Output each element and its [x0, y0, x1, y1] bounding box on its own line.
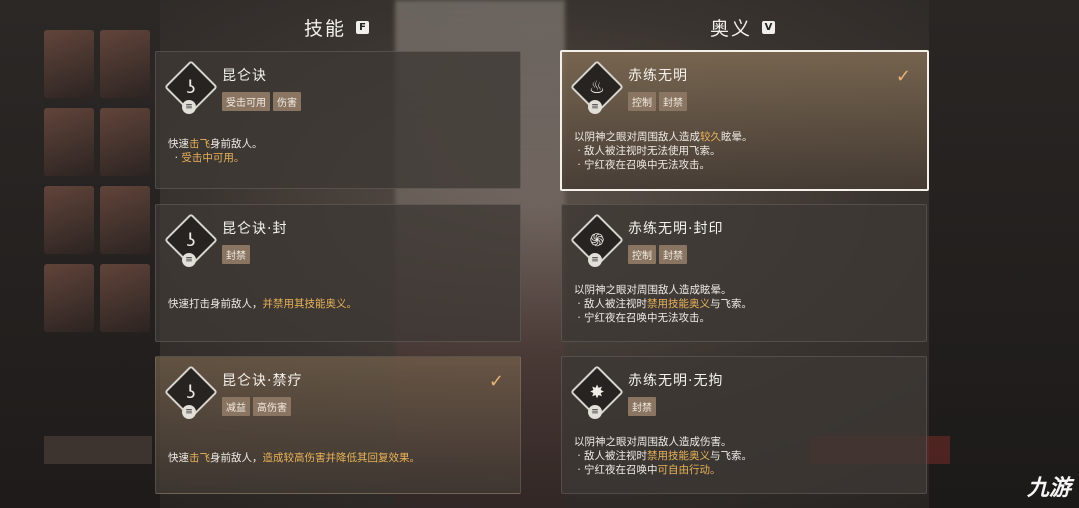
skill-title: 昆仑诀: [222, 68, 267, 84]
ultimate-title: 赤练无明: [628, 68, 688, 84]
skills-title: 技能: [304, 18, 347, 40]
ultimate-title: 奥义: [710, 18, 753, 40]
hero-portrait[interactable]: [100, 30, 150, 98]
tag: 高伤害: [253, 397, 291, 416]
ultimate-card-2[interactable]: ֍ ≡ 赤练无明·封印 控制 封禁 以阴神之眼对周围敌人造成眩晕。 · 敌人被注…: [561, 204, 927, 342]
tag: 封禁: [222, 245, 250, 264]
check-icon: ✓: [895, 66, 911, 87]
skill-title: 昆仑诀·禁疗: [222, 373, 303, 389]
site-watermark: 九游: [1026, 476, 1071, 501]
skills-hotkey-badge: F: [356, 21, 370, 34]
tag: 封禁: [659, 92, 687, 111]
hero-portrait[interactable]: [100, 264, 150, 332]
skill-card-2[interactable]: ʖ ≡ 昆仑诀·封 封禁 快速打击身前敌人，并禁用其技能奥义。: [155, 204, 521, 342]
skill-description: 快速打击身前敌人，并禁用其技能奥义。: [168, 298, 357, 310]
hero-portrait[interactable]: [100, 186, 150, 254]
skill-card-3[interactable]: ʖ ≡ 昆仑诀·禁疗 ✓ 减益 高伤害 快速击飞身前敌人，造成较高伤害并降低其回…: [155, 356, 521, 494]
ultimate-hotkey-badge: V: [762, 21, 776, 34]
ultimate-title: 赤练无明·封印: [628, 221, 724, 237]
hero-portrait[interactable]: [100, 108, 150, 176]
ultimate-description: 以阴神之眼对周围敌人造成较久眩晕。 · 敌人被注视时无法使用飞索。 · 宁红夜在…: [574, 131, 753, 171]
skill-description: 快速击飞身前敌人，造成较高伤害并降低其回复效果。: [168, 452, 420, 464]
hero-portrait[interactable]: [44, 108, 94, 176]
ultimate-card-1[interactable]: ♨ ≡ 赤练无明 ✓ 控制 封禁 以阴神之眼对周围敌人造成较久眩晕。 · 敌人被…: [560, 50, 929, 191]
skill-description: 快速击飞身前敌人。 · 受击中可用。: [168, 138, 263, 164]
hero-portrait[interactable]: [44, 186, 94, 254]
ultimate-title: 赤练无明·无拘: [628, 373, 724, 389]
tag: 减益: [222, 397, 250, 416]
skills-header: 技能 F: [304, 14, 370, 41]
menu-icon[interactable]: ≡: [588, 100, 602, 114]
hero-info-panel: [929, 0, 1079, 508]
ultimate-description: 以阴神之眼对周围敌人造成伤害。 · 敌人被注视时禁用技能奥义与飞索。 · 宁红夜…: [574, 436, 753, 476]
ultimate-header: 奥义 V: [710, 14, 776, 41]
menu-icon[interactable]: ≡: [182, 405, 196, 419]
tag: 控制: [628, 92, 656, 111]
tag: 封禁: [659, 245, 687, 264]
ultimate-description: 以阴神之眼对周围敌人造成眩晕。 · 敌人被注视时禁用技能奥义与飞索。 · 宁红夜…: [574, 284, 753, 324]
hero-portrait[interactable]: [44, 30, 94, 98]
menu-icon[interactable]: ≡: [588, 253, 602, 267]
background-button[interactable]: [44, 436, 152, 464]
menu-icon[interactable]: ≡: [182, 100, 196, 114]
skill-title: 昆仑诀·封: [222, 221, 288, 237]
tag: 控制: [628, 245, 656, 264]
tag: 伤害: [273, 92, 301, 111]
skill-card-1[interactable]: ʖ ≡ 昆仑诀 受击可用 伤害 快速击飞身前敌人。 · 受击中可用。: [155, 51, 521, 189]
ultimate-card-3[interactable]: ✸ ≡ 赤练无明·无拘 封禁 以阴神之眼对周围敌人造成伤害。 · 敌人被注视时禁…: [561, 356, 927, 494]
menu-icon[interactable]: ≡: [182, 253, 196, 267]
check-icon: ✓: [488, 371, 504, 392]
tag: 受击可用: [222, 92, 270, 111]
menu-icon[interactable]: ≡: [588, 405, 602, 419]
tag: 封禁: [628, 397, 656, 416]
hero-portrait[interactable]: [44, 264, 94, 332]
